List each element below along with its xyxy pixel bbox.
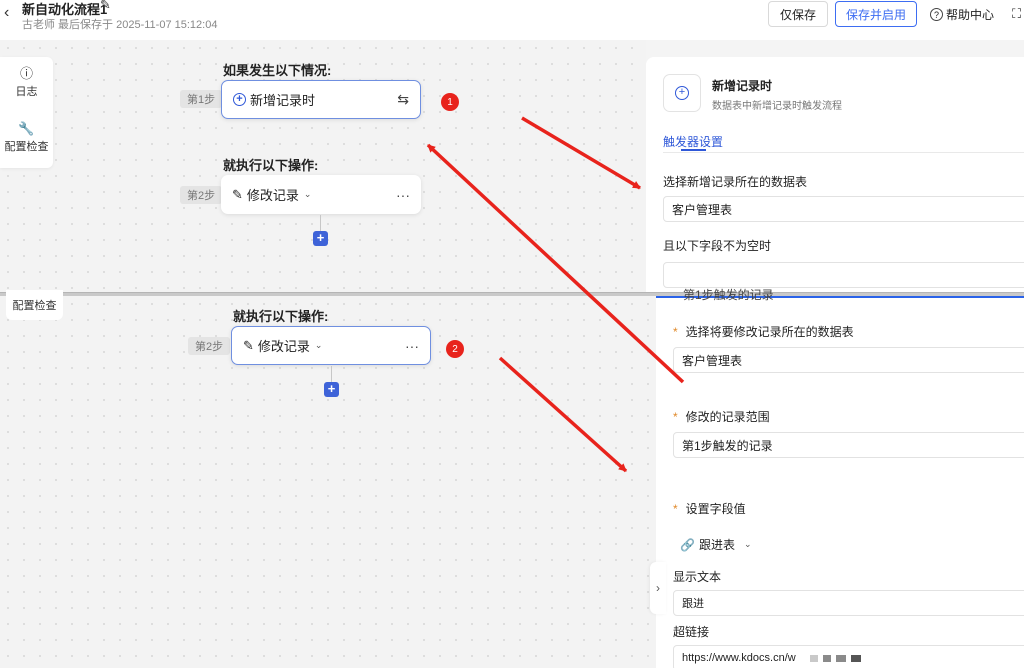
- trigger-panel-title: 新增记录时: [712, 79, 773, 93]
- trigger-node[interactable]: + 新增记录时 ⇆: [221, 80, 421, 119]
- chevron-right-icon: ›: [656, 581, 660, 595]
- tab-trigger-settings[interactable]: 触发器设置: [663, 133, 723, 150]
- fullscreen-icon[interactable]: ⛶: [1012, 6, 1021, 22]
- hyperlink-label: 超链接: [673, 625, 710, 639]
- back-icon[interactable]: ‹: [4, 4, 9, 22]
- more-icon[interactable]: ···: [405, 338, 419, 354]
- action-title: 就执行以下操作:: [233, 309, 329, 324]
- add-record-icon: +: [675, 86, 689, 100]
- link-icon: 🔗: [680, 537, 695, 552]
- log-tool[interactable]: ⓘ 日志: [0, 65, 53, 99]
- tab-underline: [681, 149, 706, 151]
- step-2-badge: 第2步: [180, 186, 223, 204]
- step-2-badge: 第2步: [188, 337, 231, 355]
- action-title: 就执行以下操作:: [223, 158, 319, 173]
- set-fields-label: * 设置字段值: [673, 500, 746, 517]
- action-table-label: * 选择将要修改记录所在的数据表: [673, 323, 854, 340]
- action-table-label-text: 选择将要修改记录所在的数据表: [685, 325, 854, 339]
- log-label: 日志: [15, 86, 38, 98]
- collapse-panel-button[interactable]: ›: [650, 562, 666, 614]
- nonempty-fields-select[interactable]: [663, 262, 1024, 288]
- info-icon: ⓘ: [19, 66, 33, 81]
- trigger-table-select[interactable]: 客户管理表: [663, 196, 1024, 222]
- partial-record-label: 第1步触发的记录: [683, 288, 774, 302]
- help-center-label: 帮助中心: [946, 8, 995, 22]
- tab-divider: [663, 152, 1024, 153]
- display-text-input[interactable]: 跟进: [673, 590, 1024, 616]
- record-range-select[interactable]: 第1步触发的记录: [673, 432, 1024, 458]
- hyperlink-input[interactable]: https://www.kdocs.cn/w: [673, 645, 1024, 668]
- trigger-panel-subtitle: 数据表中新增记录时触发流程: [712, 101, 842, 112]
- hyperlink-value: https://www.kdocs.cn/w: [682, 652, 796, 664]
- edit-icon: ✎: [232, 186, 243, 202]
- annotation-number-2: 2: [446, 340, 464, 358]
- trigger-node-label: 新增记录时: [250, 93, 316, 108]
- save-and-enable-button[interactable]: 保存并启用: [835, 1, 917, 27]
- help-icon: ?: [930, 8, 943, 21]
- config-check-label: 配置检查: [4, 141, 49, 153]
- add-step-button[interactable]: +: [324, 382, 339, 397]
- trigger-table-label: 选择新增记录所在的数据表: [663, 175, 808, 189]
- trigger-icon-box: +: [663, 74, 701, 112]
- action-node-label: 修改记录: [257, 339, 310, 354]
- more-icon[interactable]: ···: [396, 187, 410, 203]
- display-text-label: 显示文本: [673, 570, 722, 584]
- config-check-tool[interactable]: 🔧 配置检查: [0, 120, 53, 154]
- field-type-label: 跟进表: [698, 538, 735, 552]
- edit-icon: ✎: [243, 337, 254, 353]
- help-center-link[interactable]: ? 帮助中心: [930, 6, 994, 23]
- action-table-select[interactable]: 客户管理表: [673, 347, 1024, 373]
- chevron-down-icon: ⌄: [743, 539, 752, 549]
- chevron-down-icon[interactable]: ⌄: [304, 189, 312, 200]
- action-node-selected[interactable]: ✎ 修改记录 ⌄ ···: [231, 326, 431, 365]
- add-step-button[interactable]: +: [313, 231, 328, 246]
- field-type-selector[interactable]: 🔗 跟进表 ⌄: [680, 536, 752, 553]
- wrench-icon: 🔧: [18, 121, 35, 136]
- action-node[interactable]: ✎ 修改记录 ⌄ ···: [221, 175, 421, 214]
- save-only-button[interactable]: 仅保存: [768, 1, 828, 27]
- config-check-tool[interactable]: 配置检查: [6, 290, 63, 320]
- required-mark: *: [673, 410, 678, 424]
- set-fields-label-text: 设置字段值: [685, 502, 746, 516]
- switch-icon[interactable]: ⇆: [397, 91, 409, 108]
- step-1-badge: 第1步: [180, 90, 223, 108]
- connector-line: [320, 215, 321, 231]
- tool-panel: ⓘ 日志 🔧 配置检查: [0, 57, 53, 168]
- redacted-text: [809, 654, 861, 662]
- record-range-label-text: 修改的记录范围: [685, 410, 770, 424]
- action-node-label: 修改记录: [246, 188, 299, 203]
- required-mark: *: [673, 502, 678, 516]
- add-record-icon: +: [233, 93, 246, 106]
- chevron-down-icon[interactable]: ⌄: [315, 340, 323, 351]
- nonempty-fields-label: 且以下字段不为空时: [663, 239, 772, 253]
- required-mark: *: [673, 325, 678, 339]
- record-range-label: * 修改的记录范围: [673, 408, 770, 425]
- last-saved-info: 古老师 最后保存于 2025-11-07 15:12:04: [22, 19, 218, 31]
- edit-title-icon[interactable]: ✎: [100, 0, 111, 13]
- condition-title: 如果发生以下情况:: [223, 63, 332, 78]
- annotation-number-1: 1: [441, 93, 459, 111]
